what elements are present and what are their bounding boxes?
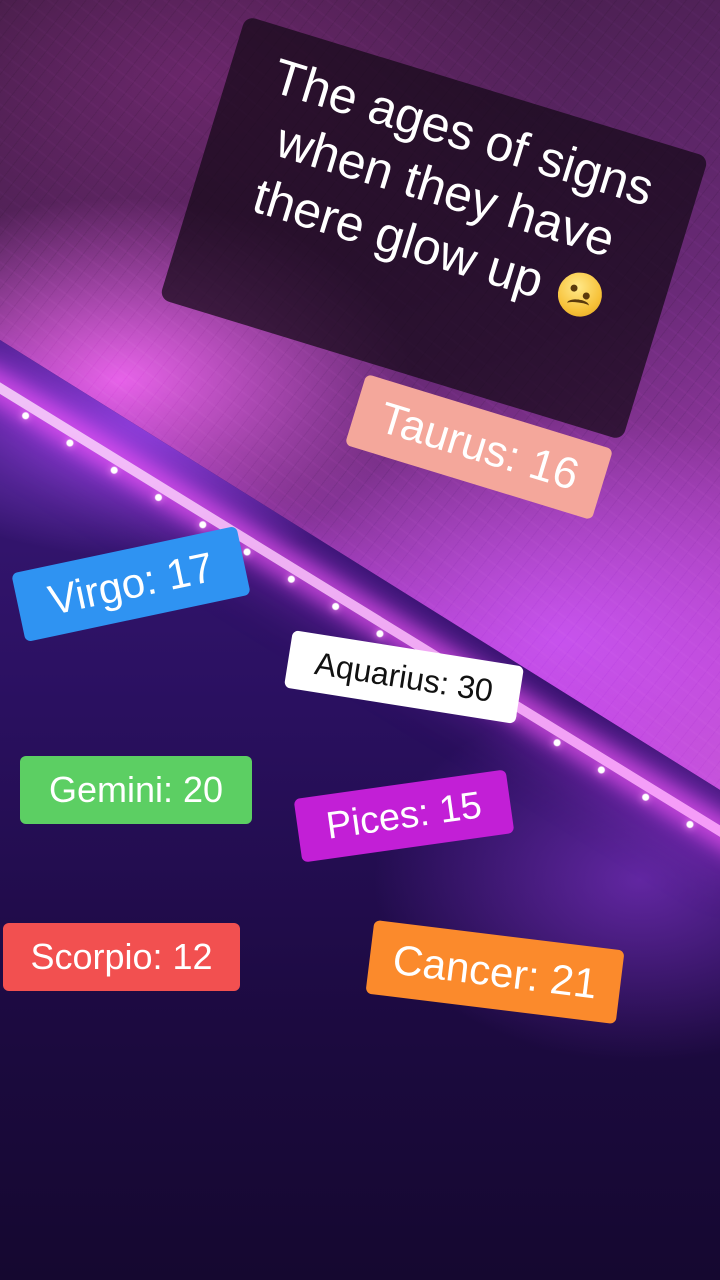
sign-label-scorpio: Scorpio: 12 [3,923,240,991]
woozy-face-emoji-icon [552,267,608,323]
sign-label-gemini: Gemini: 20 [20,756,252,824]
